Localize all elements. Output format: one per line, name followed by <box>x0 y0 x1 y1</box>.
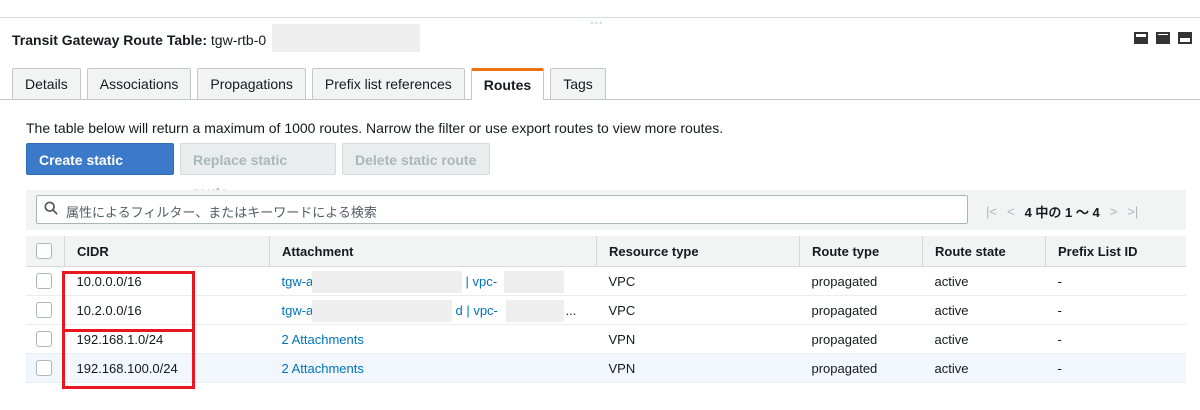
prefix-list-cell: - <box>1045 295 1186 325</box>
row-checkbox[interactable] <box>36 331 52 347</box>
tab-propagations[interactable]: Propagations <box>197 68 306 99</box>
vpc-link[interactable]: d | vpc- <box>456 303 498 318</box>
search-placeholder: 属性によるフィルター、またはキーワードによる検索 <box>66 205 377 220</box>
annotation-divider <box>62 329 195 332</box>
pagination: |< < 4 中の 1 〜 4 > >| <box>986 202 1138 221</box>
resource-type-cell: VPN <box>596 324 800 354</box>
resource-type-cell: VPN <box>596 353 800 383</box>
tab-routes[interactable]: Routes <box>470 68 545 100</box>
tab-prefix-list-references[interactable]: Prefix list references <box>311 68 465 99</box>
attachment-cell: tgw-a d | vpc- ... <box>269 295 597 325</box>
attachment-cell: 2 Attachments <box>269 324 597 354</box>
create-static-route-button[interactable]: Create static route <box>26 143 174 200</box>
table-header-row: CIDR Attachment Resource type Route type… <box>26 236 1186 267</box>
attachment-link[interactable]: tgw-a <box>282 303 314 318</box>
drag-handle[interactable]: ◦◦◦ <box>590 18 604 29</box>
replace-static-route-button[interactable]: Replace static route <box>180 143 336 200</box>
prev-page-icon[interactable]: < <box>1007 204 1015 219</box>
vpc-link[interactable]: | vpc- <box>466 274 498 289</box>
column-header-resource-type[interactable]: Resource type <box>596 236 800 267</box>
search-icon <box>44 201 58 215</box>
routes-info-text: The table below will return a maximum of… <box>26 120 724 136</box>
layout-bottom-icon[interactable] <box>1134 32 1148 44</box>
resource-type-cell: VPC <box>596 266 800 296</box>
route-state-cell: active <box>922 353 1046 383</box>
attachments-link[interactable]: 2 Attachments <box>282 361 364 376</box>
route-state-cell: active <box>922 295 1046 325</box>
table-row[interactable]: 10.2.0.0/16 tgw-a d | vpc- ... VPC propa… <box>26 295 1186 325</box>
prefix-list-cell: - <box>1045 353 1186 383</box>
attachments-link[interactable]: 2 Attachments <box>282 332 364 347</box>
routes-table: CIDR Attachment Resource type Route type… <box>26 236 1186 383</box>
layout-switcher <box>1134 32 1192 44</box>
pagination-text: 4 中の 1 〜 4 <box>1024 205 1100 220</box>
select-all-checkbox[interactable] <box>36 243 52 259</box>
panel-title: Transit Gateway Route Table: tgw-rtb-0 <box>12 32 266 48</box>
table-row[interactable]: 10.0.0.0/16 tgw-a | vpc- VPC propagated … <box>26 266 1186 296</box>
attachment-cell: 2 Attachments <box>269 353 597 383</box>
tab-bar: Details Associations Propagations Prefix… <box>12 68 606 100</box>
attachment-link[interactable]: tgw-a <box>282 274 314 289</box>
attachment-cell: tgw-a | vpc- <box>269 266 597 296</box>
redacted-block <box>505 300 564 322</box>
last-page-icon[interactable]: >| <box>1127 204 1138 219</box>
prefix-list-cell: - <box>1045 324 1186 354</box>
column-header-cidr[interactable]: CIDR <box>64 236 270 267</box>
table-row[interactable]: 192.168.1.0/24 2 Attachments VPN propaga… <box>26 324 1186 354</box>
filter-bar: 属性によるフィルター、またはキーワードによる検索 |< < 4 中の 1 〜 4… <box>26 190 1186 230</box>
route-type-cell: propagated <box>799 324 923 354</box>
panel-title-label: Transit Gateway Route Table: <box>12 32 208 48</box>
row-select-cell <box>26 295 65 325</box>
row-checkbox[interactable] <box>36 273 52 289</box>
truncation-ellipsis: ... <box>565 303 577 318</box>
next-page-icon[interactable]: > <box>1110 204 1118 219</box>
prefix-list-cell: - <box>1045 266 1186 296</box>
route-state-cell: active <box>922 324 1046 354</box>
cidr-cell: 192.168.100.0/24 <box>64 353 270 383</box>
cidr-cell: 10.2.0.0/16 <box>64 295 270 325</box>
redacted-block <box>272 24 420 52</box>
search-input[interactable]: 属性によるフィルター、またはキーワードによる検索 <box>36 195 968 224</box>
row-select-cell <box>26 353 65 383</box>
column-header-route-type[interactable]: Route type <box>799 236 923 267</box>
column-header-attachment[interactable]: Attachment <box>269 236 597 267</box>
table-row[interactable]: 192.168.100.0/24 2 Attachments VPN propa… <box>26 353 1186 383</box>
tab-associations[interactable]: Associations <box>86 68 192 99</box>
column-header-prefix-list-id[interactable]: Prefix List ID <box>1045 236 1186 267</box>
row-checkbox[interactable] <box>36 302 52 318</box>
route-type-cell: propagated <box>799 295 923 325</box>
layout-top-icon[interactable] <box>1178 32 1192 44</box>
row-select-cell <box>26 266 65 296</box>
tab-tags[interactable]: Tags <box>550 68 606 99</box>
route-table-id: tgw-rtb-0 <box>210 32 267 48</box>
resource-type-cell: VPC <box>596 295 800 325</box>
redacted-block <box>311 300 452 322</box>
redacted-block <box>311 271 462 293</box>
route-type-cell: propagated <box>799 266 923 296</box>
first-page-icon[interactable]: |< <box>986 204 997 219</box>
route-state-cell: active <box>922 266 1046 296</box>
column-header-route-state[interactable]: Route state <box>922 236 1046 267</box>
route-type-cell: propagated <box>799 353 923 383</box>
row-select-cell <box>26 324 65 354</box>
redacted-block <box>503 271 564 293</box>
layout-half-icon[interactable] <box>1156 32 1170 44</box>
row-checkbox[interactable] <box>36 360 52 376</box>
cidr-cell: 10.0.0.0/16 <box>64 266 270 296</box>
select-all-cell <box>26 236 65 267</box>
tab-details[interactable]: Details <box>12 68 81 99</box>
delete-static-route-button[interactable]: Delete static route <box>342 143 490 175</box>
